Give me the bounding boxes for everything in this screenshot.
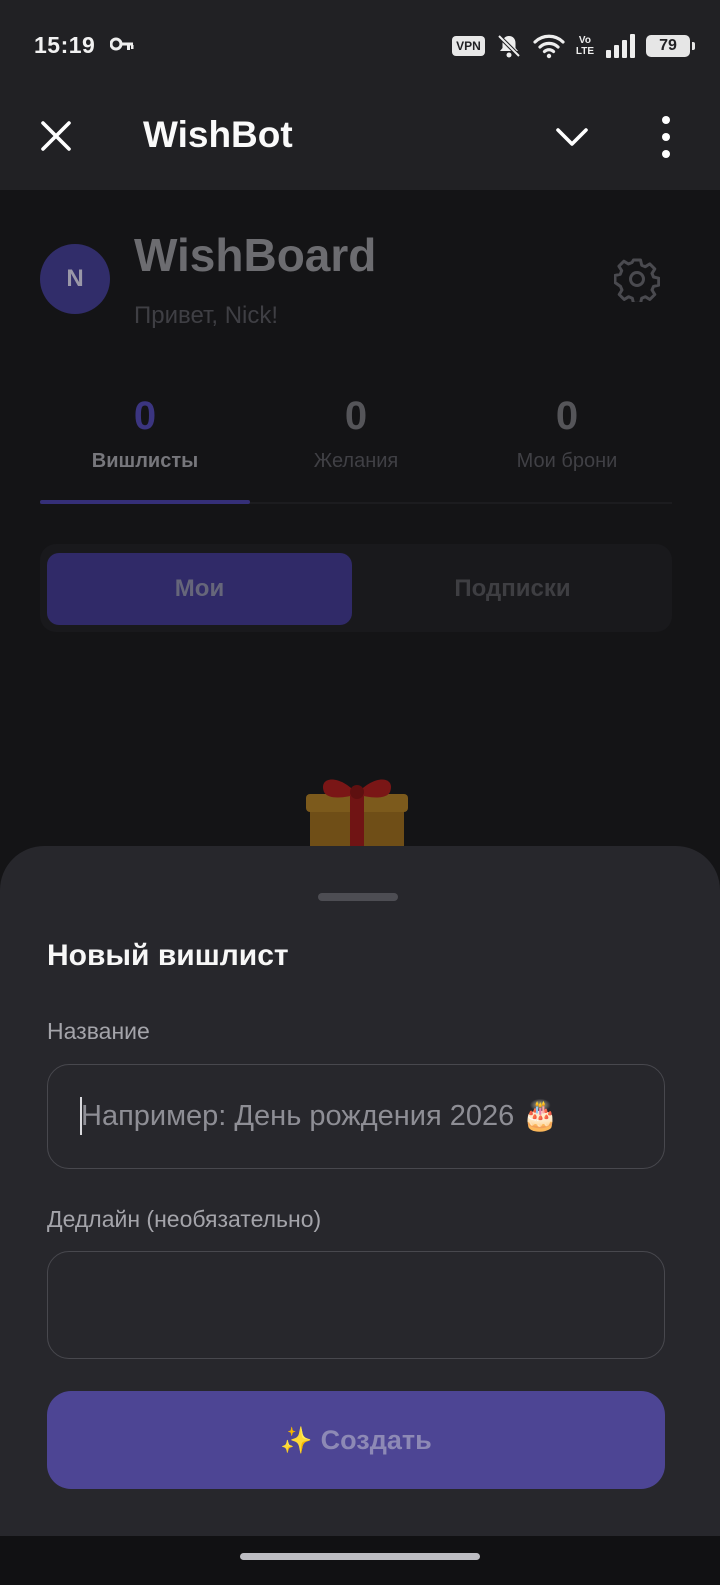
- name-label: Название: [47, 1018, 150, 1044]
- avatar[interactable]: N: [40, 244, 110, 314]
- sheet-title: Новый вишлист: [47, 939, 289, 972]
- volte-icon: Vo LTE: [576, 35, 594, 57]
- app-title: WishBoard: [134, 229, 377, 281]
- name-placeholder: Например: День рождения 2026 🎂: [81, 1100, 559, 1132]
- volte-top-label: Vo: [578, 35, 591, 46]
- battery-icon: 79: [646, 35, 695, 57]
- greeting: Привет, Nick!: [134, 302, 279, 329]
- active-tab-indicator: [40, 500, 250, 504]
- stats-tabs: 0 Вишлисты 0 Желания 0 Мои брони: [40, 390, 672, 506]
- stat-value: 0: [133, 394, 157, 438]
- stat-label: Вишлисты: [91, 450, 199, 472]
- bell-off-icon: [497, 34, 521, 58]
- gift-icon: [306, 779, 408, 850]
- segment-subscriptions[interactable]: Подписки: [360, 553, 665, 625]
- gear-icon[interactable]: [614, 256, 660, 302]
- create-button-label: Создать: [320, 1424, 432, 1455]
- stat-wishes[interactable]: 0 Желания: [251, 390, 461, 473]
- stat-bookings[interactable]: 0 Мои брони: [462, 390, 672, 473]
- segment-mine[interactable]: Мои: [47, 553, 352, 625]
- deadline-label: Дедлайн (необязательно): [47, 1206, 322, 1232]
- key-icon: [110, 37, 134, 51]
- stat-wishlists[interactable]: 0 Вишлисты: [40, 390, 250, 473]
- avatar-letter: N: [66, 265, 84, 292]
- sparkles-icon: ✨: [280, 1424, 313, 1455]
- status-bar: 15:19 VPN Vo LTE 79: [0, 0, 720, 90]
- more-vertical-icon[interactable]: [652, 114, 680, 160]
- chevron-down-icon[interactable]: [552, 118, 592, 158]
- sheet-drag-handle[interactable]: [318, 893, 398, 901]
- new-wishlist-sheet: Новый вишлист Название Например: День ро…: [0, 846, 720, 1536]
- volte-bottom-label: LTE: [575, 46, 594, 57]
- home-gesture-handle[interactable]: [240, 1553, 480, 1560]
- vpn-icon: VPN: [452, 36, 485, 56]
- system-nav-bar: [0, 1536, 720, 1585]
- battery-level: 79: [659, 37, 677, 54]
- stat-label: Мои брони: [516, 450, 618, 472]
- stat-value: 0: [344, 394, 368, 438]
- close-icon[interactable]: [34, 114, 78, 158]
- stat-label: Желания: [313, 450, 399, 472]
- signal-icon: [606, 34, 635, 58]
- status-time: 15:19: [34, 32, 96, 58]
- stat-value: 0: [555, 394, 579, 438]
- segment-control: Мои Подписки: [40, 544, 672, 632]
- wifi-icon: [533, 34, 565, 59]
- deadline-input[interactable]: [47, 1251, 665, 1359]
- create-button[interactable]: ✨ Создать: [47, 1391, 665, 1489]
- top-bar: WishBot: [0, 90, 720, 190]
- name-input[interactable]: Например: День рождения 2026 🎂: [47, 1064, 665, 1169]
- bot-title: WishBot: [143, 114, 293, 155]
